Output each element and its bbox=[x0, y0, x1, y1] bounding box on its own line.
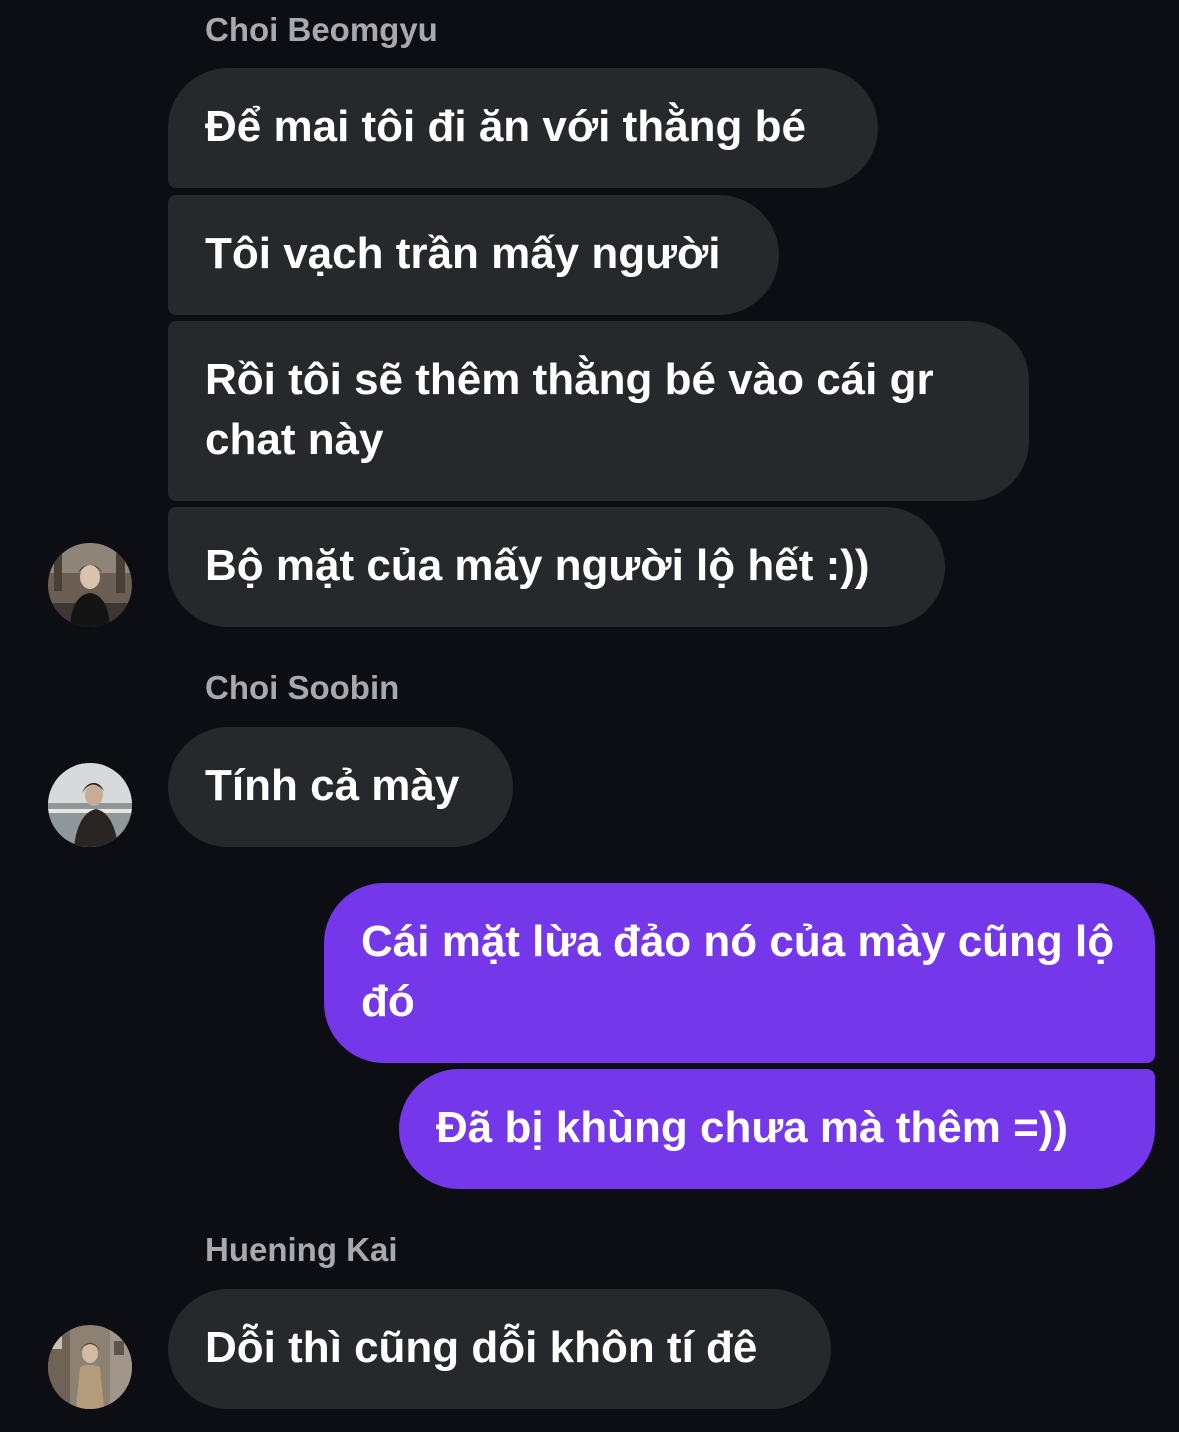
message-text: Bộ mặt của mấy người lộ hết :)) bbox=[205, 541, 870, 590]
message-bubble[interactable]: Để mai tôi đi ăn với thằng bé bbox=[168, 68, 878, 188]
avatar-photo bbox=[48, 763, 132, 847]
message-bubble[interactable]: Dỗi thì cũng dỗi khôn tí đê bbox=[168, 1289, 831, 1409]
message-text: Để mai tôi đi ăn với thằng bé bbox=[205, 102, 806, 151]
avatar[interactable] bbox=[48, 763, 132, 847]
avatar[interactable] bbox=[48, 1325, 132, 1409]
sender-name: Huening Kai bbox=[205, 1231, 398, 1268]
message-text: Tính cả mày bbox=[205, 761, 460, 810]
message-bubble[interactable]: Rồi tôi sẽ thêm thằng bé vào cái gr chat… bbox=[168, 321, 1029, 501]
message-bubble[interactable]: Tôi vạch trần mấy người bbox=[168, 195, 779, 315]
sender-name: Choi Soobin bbox=[205, 669, 400, 706]
message-bubble-outgoing[interactable]: Cái mặt lừa đảo nó của mày cũng lộ đó bbox=[324, 883, 1155, 1063]
message-text: Đã bị khùng chưa mà thêm =)) bbox=[436, 1103, 1069, 1152]
message-text: Tôi vạch trần mấy người bbox=[205, 229, 721, 278]
message-text: Dỗi thì cũng dỗi khôn tí đê bbox=[205, 1323, 758, 1372]
avatar-photo bbox=[48, 543, 132, 627]
message-text: Rồi tôi sẽ thêm thằng bé vào cái gr chat… bbox=[205, 355, 934, 464]
message-text: Cái mặt lừa đảo nó của mày cũng lộ đó bbox=[361, 917, 1115, 1026]
message-bubble[interactable]: Bộ mặt của mấy người lộ hết :)) bbox=[168, 507, 945, 627]
avatar[interactable] bbox=[48, 543, 132, 627]
sender-name: Choi Beomgyu bbox=[205, 11, 438, 48]
message-bubble-outgoing[interactable]: Đã bị khùng chưa mà thêm =)) bbox=[399, 1069, 1155, 1189]
message-bubble[interactable]: Tính cả mày bbox=[168, 727, 513, 847]
avatar-photo bbox=[48, 1325, 132, 1409]
